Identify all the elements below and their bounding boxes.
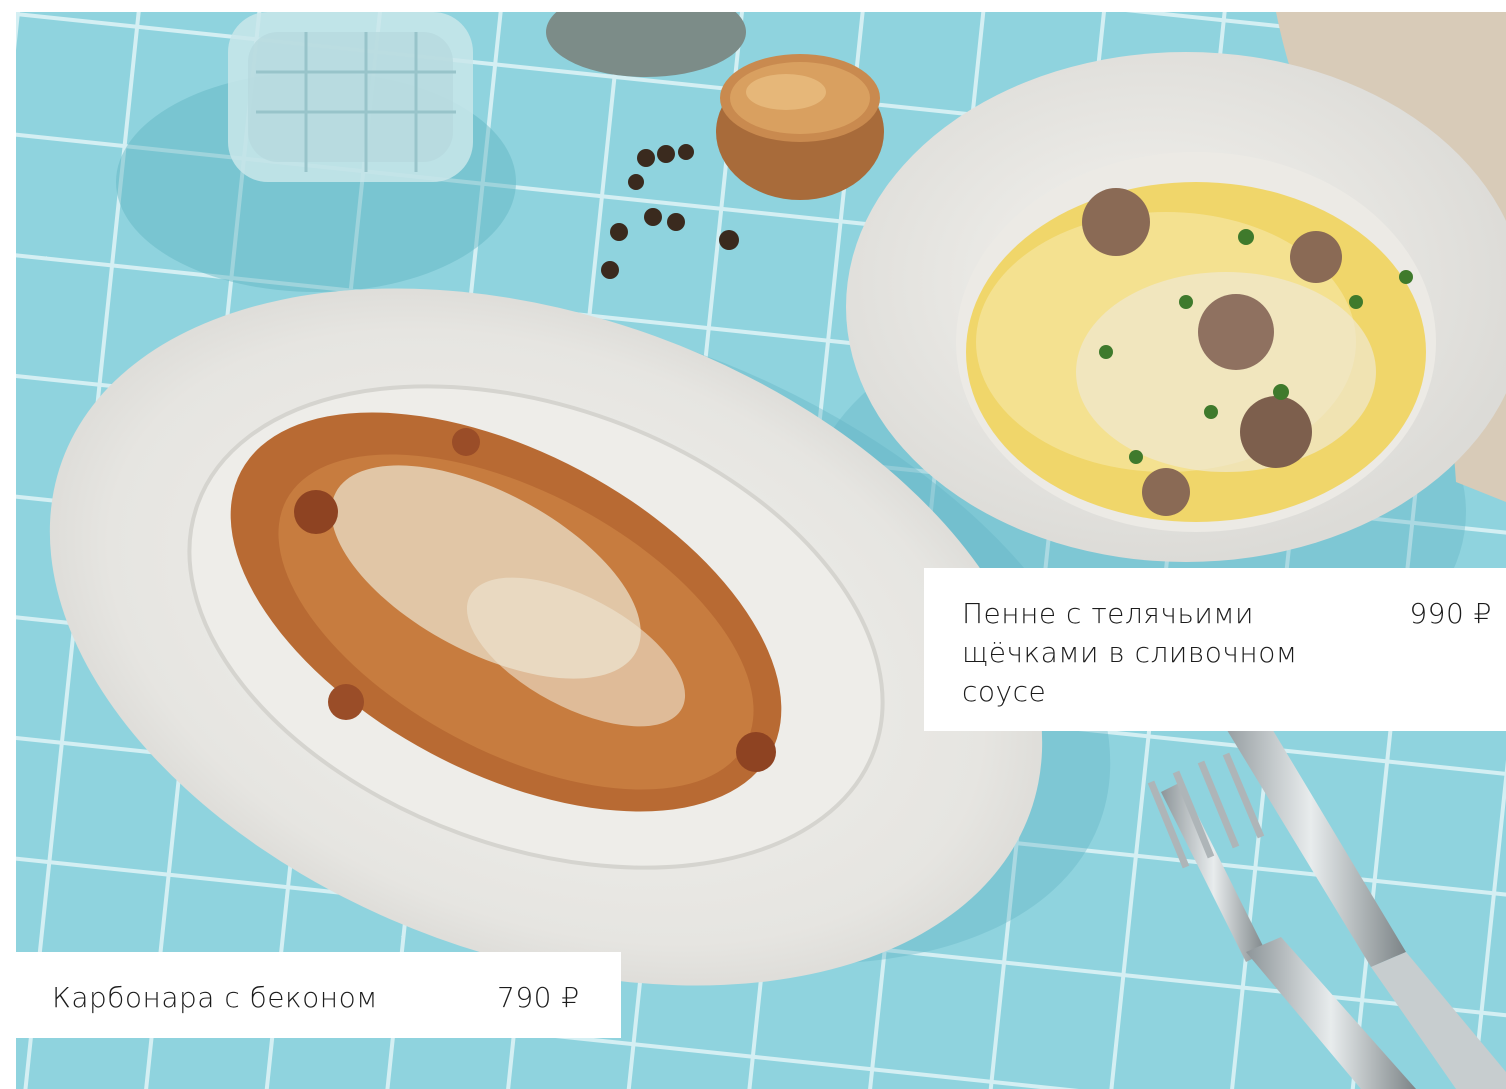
dish-price-penne: 990 ₽: [1409, 597, 1492, 630]
dish-card-penne[interactable]: Пенне с телячьими щёчками в сливочном со…: [924, 568, 1506, 731]
dish-name-carbonara: Карбонара с беконом: [52, 981, 378, 1014]
penne-pasta: [966, 182, 1426, 522]
dish-name-line: щёчками в сливочном: [962, 636, 1298, 669]
dish-card-carbonara[interactable]: Карбонара с беконом 790 ₽: [16, 952, 621, 1038]
wooden-bowl: [716, 54, 884, 200]
dish-name-line: Пенне с телячьими: [962, 597, 1254, 630]
dish-price-carbonara: 790 ₽: [497, 981, 580, 1014]
food-photo: [16, 12, 1506, 1089]
dish-name-line: соусе: [962, 675, 1047, 708]
dish-name-penne: Пенне с телячьими щёчками в сливочном со…: [962, 594, 1362, 711]
water-glass: [228, 12, 473, 182]
food-photo-illustration: [16, 12, 1506, 1089]
